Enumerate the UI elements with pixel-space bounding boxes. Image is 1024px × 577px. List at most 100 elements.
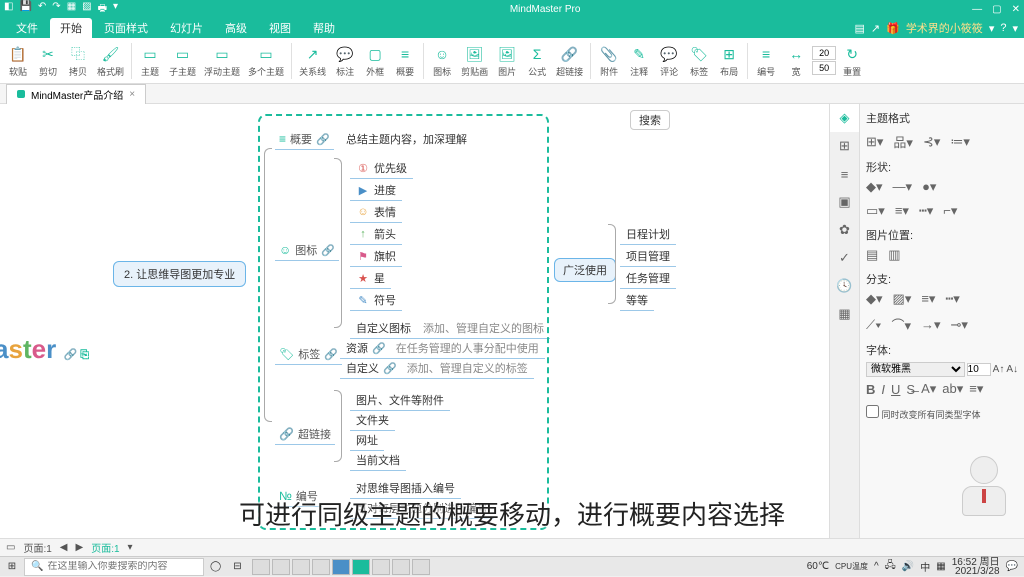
taskbar-app[interactable]	[252, 559, 270, 575]
mindmap-canvas[interactable]: aster 🔗 ⎘ 2. 让思维导图更加专业 ≡ 概要 🔗 总结主题内容，加深理…	[0, 104, 829, 538]
ribbon-图标[interactable]: ☺图标	[428, 43, 456, 78]
ribbon-子主题[interactable]: ▭子主题	[166, 43, 199, 78]
group-tag[interactable]: 🏷 标签 🔗	[275, 344, 342, 365]
sidetool-task-icon[interactable]: ✓	[830, 244, 859, 272]
arrow-icon[interactable]: →▾	[921, 317, 941, 333]
leaf-link-item[interactable]: 图片、文件等附件	[350, 390, 450, 411]
highlight-icon[interactable]: ab▾	[942, 381, 963, 397]
ribbon-评论[interactable]: 💬评论	[655, 43, 683, 78]
width-top[interactable]	[812, 46, 836, 60]
tray-icon[interactable]: ▦	[936, 561, 945, 572]
qat-redo-icon[interactable]: ↷	[52, 1, 60, 18]
leaf-icon-item[interactable]: ↑箭头	[350, 224, 402, 245]
taskbar-app[interactable]	[332, 559, 350, 575]
menu-tab-6[interactable]: 帮助	[303, 18, 345, 38]
share-icon[interactable]: ↗	[871, 22, 880, 35]
ribbon-浮动主题[interactable]: ▭浮动主题	[201, 43, 243, 78]
taskbar-app[interactable]	[292, 559, 310, 575]
leaf-wideuse-item[interactable]: 项目管理	[620, 246, 676, 267]
sidetool-layout-icon[interactable]: ⊞	[830, 132, 859, 160]
tray-net-icon[interactable]: 🖧	[885, 558, 896, 575]
bold-icon[interactable]: B	[866, 382, 875, 397]
ribbon-公式[interactable]: Σ公式	[523, 43, 551, 78]
menu-tab-5[interactable]: 视图	[259, 18, 301, 38]
ribbon-注释[interactable]: ✎注释	[625, 43, 653, 78]
qat-icon[interactable]: ▦	[67, 1, 76, 18]
leaf-icon-item[interactable]: ▶进度	[350, 180, 402, 201]
maximize-icon[interactable]: ▢	[992, 4, 1001, 15]
view-icon[interactable]: ▭	[6, 542, 15, 553]
font-dec-icon[interactable]: A↓	[1006, 364, 1018, 375]
ribbon-软贴[interactable]: 📋软贴	[4, 43, 32, 78]
ribbon-图片[interactable]: 🖼图片	[493, 43, 521, 78]
leaf-icon-item[interactable]: ✎符号	[350, 290, 402, 311]
ribbon-重置[interactable]: ↻重置	[838, 43, 866, 78]
branch-icon[interactable]: ⊰▾	[923, 134, 940, 150]
tray-vol-icon[interactable]: 🔊	[902, 561, 914, 572]
fontcolor-icon[interactable]: A▾	[921, 381, 936, 397]
leaf-icon-item[interactable]: ⚑旗帜	[350, 246, 402, 267]
leaf-icon-item[interactable]: ☺表情	[350, 202, 402, 223]
menu-tab-2[interactable]: 页面样式	[94, 18, 158, 38]
cortana-icon[interactable]: ◯	[204, 561, 227, 572]
branch-w-icon[interactable]: ≡▾	[921, 291, 935, 307]
leaf-icon-item[interactable]: ①优先级	[350, 158, 413, 179]
sidetool-more-icon[interactable]: ▦	[830, 300, 859, 328]
leaf-link-item[interactable]: 文件夹	[350, 410, 395, 431]
ribbon-超链接[interactable]: 🔗超链接	[553, 43, 586, 78]
minimize-icon[interactable]: —	[972, 4, 982, 15]
ribbon-标注[interactable]: 💬标注	[331, 43, 359, 78]
qat-undo-icon[interactable]: ↶	[38, 1, 46, 18]
cloud-icon[interactable]: ▤	[854, 22, 864, 35]
leaf-wideuse-item[interactable]: 等等	[620, 290, 654, 311]
sidetool-clipart-icon[interactable]: ✿	[830, 216, 859, 244]
qat-print-icon[interactable]: 🖶	[98, 1, 107, 18]
ribbon-格式刷[interactable]: 🖌格式刷	[94, 43, 127, 78]
qat-icon[interactable]: ▨	[82, 1, 91, 18]
leaf-link-item[interactable]: 网址	[350, 430, 384, 451]
ribbon-剪切[interactable]: ✂剪切	[34, 43, 62, 78]
taskbar-app-mindmaster[interactable]	[352, 559, 370, 575]
corner-icon[interactable]: ⌐▾	[943, 203, 957, 219]
end-icon[interactable]: ⊸▾	[951, 317, 968, 333]
node-wideuse[interactable]: 广泛使用	[554, 258, 616, 282]
close-tab-icon[interactable]: ×	[129, 89, 135, 100]
settings-icon[interactable]: ▾	[1012, 22, 1018, 35]
leaf-icon-item[interactable]: ★星	[350, 268, 391, 289]
font-family-select[interactable]: 微软雅黑	[866, 362, 965, 377]
document-tab[interactable]: MindMaster产品介绍 ×	[6, 84, 146, 104]
ribbon-标签[interactable]: 🏷标签	[685, 43, 713, 78]
taskbar-app[interactable]	[312, 559, 330, 575]
img-left-icon[interactable]: ▤	[866, 247, 878, 263]
circle-icon[interactable]: ●▾	[922, 179, 936, 195]
ribbon-外框[interactable]: ▢外框	[361, 43, 389, 78]
curve1-icon[interactable]: ⟋▾	[866, 317, 881, 333]
gift-icon[interactable]: 🎁	[886, 22, 900, 35]
ribbon-剪贴画[interactable]: 🖼剪贴画	[458, 43, 491, 78]
ribbon-附件[interactable]: 📎附件	[595, 43, 623, 78]
list-icon[interactable]: ≔▾	[950, 134, 970, 150]
fill-icon[interactable]: ◆▾	[866, 179, 883, 195]
strike-icon[interactable]: S̶	[906, 382, 915, 397]
taskbar-app[interactable]	[372, 559, 390, 575]
tray-ime-icon[interactable]: 中	[920, 559, 930, 574]
dropdown-icon[interactable]: ▾	[128, 542, 133, 553]
taskview-icon[interactable]: ⊟	[227, 561, 247, 572]
ribbon-编号[interactable]: ≡编号	[752, 43, 780, 78]
line-icon[interactable]: —▾	[893, 179, 913, 195]
search-box[interactable]: 搜索	[630, 110, 670, 130]
branch-d-icon[interactable]: ┅▾	[945, 291, 959, 307]
menu-tab-1[interactable]: 开始	[50, 18, 92, 38]
help-icon[interactable]: ?	[1000, 22, 1006, 34]
leaf-tag-item[interactable]: 资源🔗在任务管理的人事分配中使用	[340, 338, 545, 359]
ribbon-关系线[interactable]: ↗关系线	[296, 43, 329, 78]
font-size-input[interactable]	[967, 363, 991, 376]
sidetool-outline-icon[interactable]: ≡	[830, 160, 859, 188]
leaf-wideuse-item[interactable]: 任务管理	[620, 268, 676, 289]
ribbon-布局[interactable]: ⊞布局	[715, 43, 743, 78]
nav-prev-icon[interactable]: ◀	[60, 542, 68, 553]
sidetool-icon-icon[interactable]: ▣	[830, 188, 859, 216]
font-inc-icon[interactable]: A↑	[993, 364, 1005, 375]
layout-icon[interactable]: ⊞▾	[866, 134, 883, 150]
ribbon-主题[interactable]: ▭主题	[136, 43, 164, 78]
